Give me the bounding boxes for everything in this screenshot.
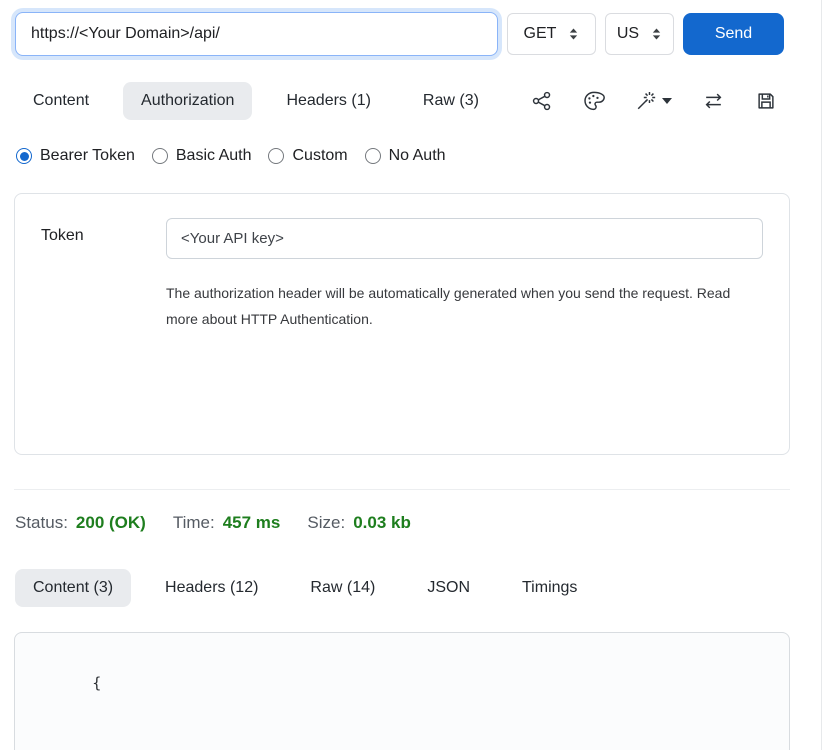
token-input[interactable] xyxy=(166,218,763,259)
region-select[interactable]: US xyxy=(605,13,674,55)
status-label: Status: xyxy=(15,513,68,533)
status-item: Status: 200 (OK) xyxy=(15,513,146,533)
response-tabs-row: Content (3) Headers (12) Raw (14) JSON T… xyxy=(15,569,790,607)
bearer-token-panel: Token The authorization header will be a… xyxy=(14,193,790,455)
request-toolbar xyxy=(531,90,790,112)
palette-icon xyxy=(583,90,605,112)
section-divider xyxy=(14,489,790,490)
theme-button[interactable] xyxy=(583,90,605,112)
size-item: Size: 0.03 kb xyxy=(307,513,410,533)
tab-response-content[interactable]: Content (3) xyxy=(15,569,131,607)
radio-checked-icon[interactable] xyxy=(16,148,32,164)
method-select-value: GET xyxy=(524,25,557,43)
auth-option-label: Basic Auth xyxy=(176,147,252,165)
tab-response-json[interactable]: JSON xyxy=(409,569,488,607)
region-select-value: US xyxy=(617,25,639,43)
chevron-down-icon xyxy=(662,98,672,104)
auth-type-row: Bearer Token Basic Auth Custom No Auth xyxy=(16,147,790,165)
status-value: 200 (OK) xyxy=(76,513,146,533)
response-body-code: { "message": "API running." } xyxy=(14,632,790,750)
share-button[interactable] xyxy=(531,90,553,112)
code-line: "message": "API running." xyxy=(38,721,766,750)
auth-option-custom[interactable]: Custom xyxy=(268,147,347,165)
api-tester-page: GET US Send Content Authorization Header… xyxy=(0,0,837,750)
swap-button[interactable] xyxy=(702,90,725,112)
time-item: Time: 457 ms xyxy=(173,513,281,533)
magic-actions-button[interactable] xyxy=(635,90,672,112)
time-label: Time: xyxy=(173,513,215,533)
auth-option-bearer-token[interactable]: Bearer Token xyxy=(16,147,135,165)
auth-option-label: Bearer Token xyxy=(40,147,135,165)
auth-option-no-auth[interactable]: No Auth xyxy=(365,147,446,165)
magic-wand-icon xyxy=(635,90,657,112)
request-tabs-row: Content Authorization Headers (1) Raw (3… xyxy=(15,82,790,120)
auth-help-text: The authorization header will be automat… xyxy=(166,280,763,332)
request-url-row: GET US Send xyxy=(15,12,790,56)
radio-unchecked-icon[interactable] xyxy=(152,148,168,164)
time-value: 457 ms xyxy=(223,513,281,533)
token-field-group: The authorization header will be automat… xyxy=(166,218,763,430)
radio-unchecked-icon[interactable] xyxy=(268,148,284,164)
radio-unchecked-icon[interactable] xyxy=(365,148,381,164)
updown-arrows-icon xyxy=(568,27,579,41)
send-button[interactable]: Send xyxy=(683,13,784,55)
save-icon xyxy=(755,90,777,112)
size-value: 0.03 kb xyxy=(353,513,411,533)
size-label: Size: xyxy=(307,513,345,533)
auth-option-label: No Auth xyxy=(389,147,446,165)
auth-option-basic-auth[interactable]: Basic Auth xyxy=(152,147,252,165)
save-button[interactable] xyxy=(755,90,777,112)
tab-content[interactable]: Content xyxy=(15,82,107,120)
tab-response-timings[interactable]: Timings xyxy=(504,569,595,607)
tab-headers[interactable]: Headers (1) xyxy=(268,82,388,120)
right-column-divider xyxy=(821,0,822,750)
url-input[interactable] xyxy=(15,12,498,56)
swap-arrows-icon xyxy=(702,90,725,112)
tab-response-headers[interactable]: Headers (12) xyxy=(147,569,276,607)
auth-option-label: Custom xyxy=(292,147,347,165)
response-summary: Status: 200 (OK) Time: 457 ms Size: 0.03… xyxy=(15,513,790,533)
code-open-brace: { xyxy=(92,674,101,692)
code-line: { xyxy=(38,646,766,721)
tab-response-raw[interactable]: Raw (14) xyxy=(292,569,393,607)
tab-raw[interactable]: Raw (3) xyxy=(405,82,497,120)
updown-arrows-icon xyxy=(651,27,662,41)
method-select[interactable]: GET xyxy=(507,13,596,55)
token-label: Token xyxy=(41,218,166,430)
tab-authorization[interactable]: Authorization xyxy=(123,82,252,120)
share-icon xyxy=(531,90,553,112)
